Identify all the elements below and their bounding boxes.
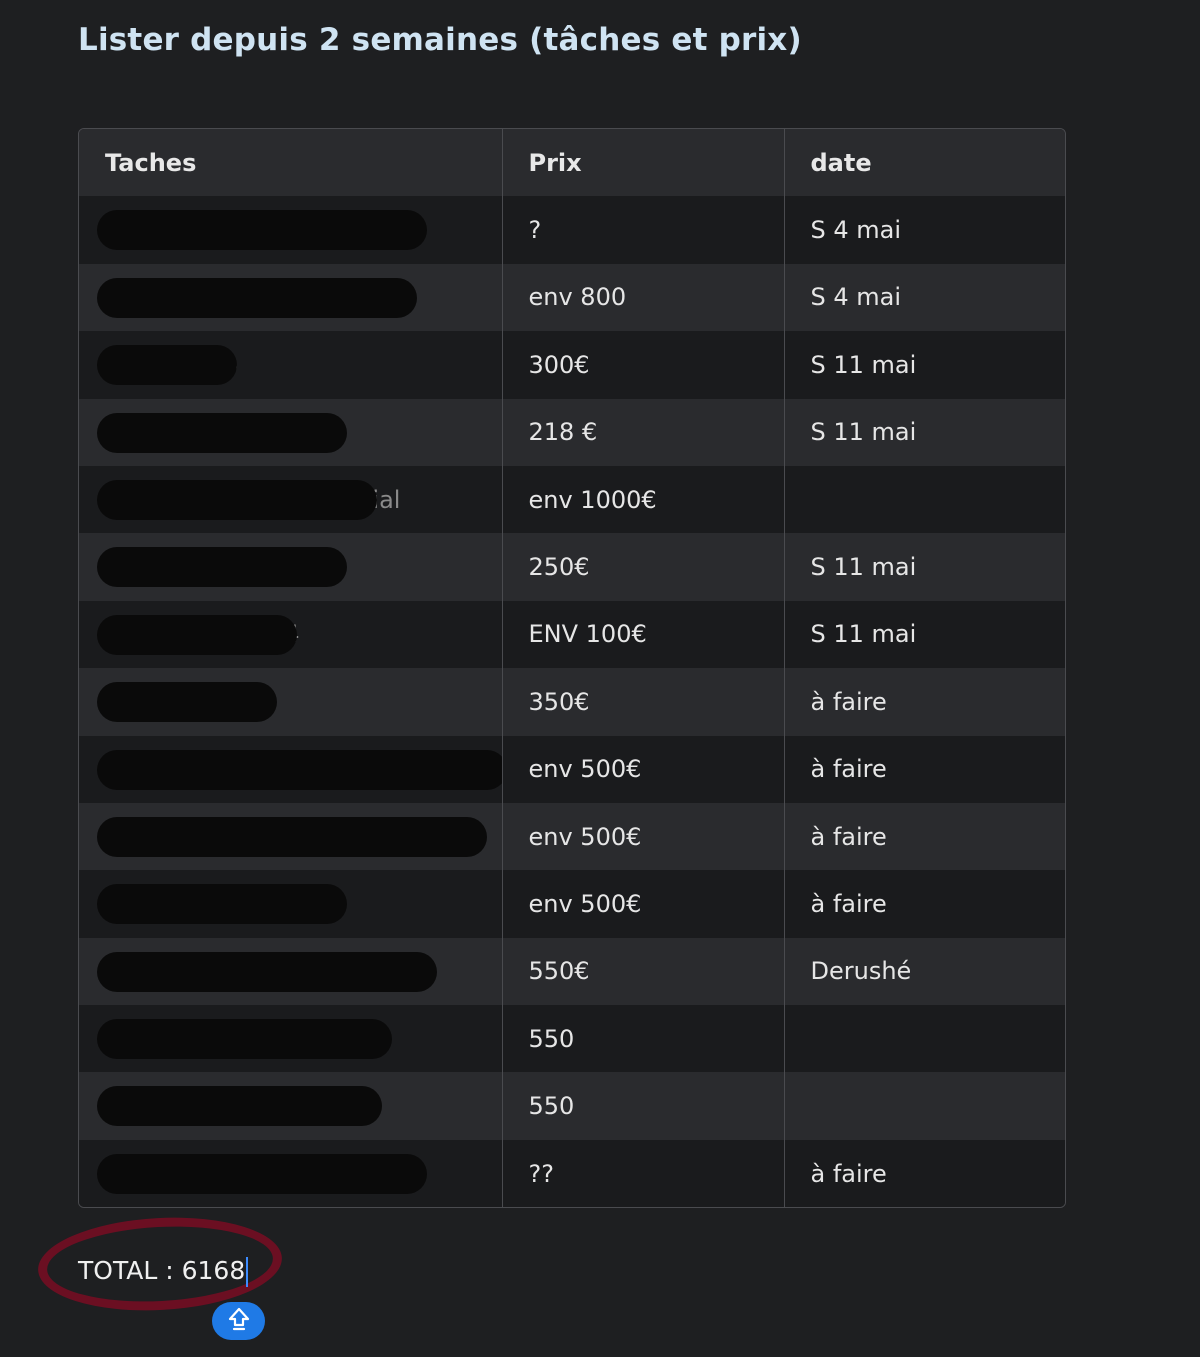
date-cell: S 11 mai xyxy=(784,533,1065,601)
date-cell xyxy=(784,1072,1065,1140)
tasks-table: Taches Prix date Montage ...?S 4 maiMont… xyxy=(78,128,1066,1209)
price-cell: 300€ xyxy=(502,331,785,399)
table-row: MONTAGE YTB 1 BAPT550€Derushé xyxy=(79,937,1065,1006)
table-row: MONTAGE YTB 3 BAPT550 xyxy=(79,1072,1065,1140)
price-cell: 550 xyxy=(502,1072,785,1140)
redaction-mark xyxy=(97,1019,392,1060)
task-cell: Montage 9 ADS ... xyxy=(79,263,503,332)
date-cell: S 11 mai xyxy=(784,398,1065,466)
date-cell: à faire xyxy=(784,870,1065,938)
header-taches: Taches xyxy=(79,129,503,197)
redaction-mark xyxy=(97,816,487,857)
task-cell: ... - BPT xyxy=(79,802,503,871)
price-cell: env 500€ xyxy=(502,735,785,803)
table-row: MONTAGE YTB ... T550 xyxy=(79,1005,1065,1073)
date-cell: S 4 mai xyxy=(784,263,1065,332)
redaction-mark xyxy=(97,749,501,790)
task-cell: MONTAGE YTB ... T xyxy=(79,1005,503,1073)
task-cell: 3 ADS ... jp xyxy=(79,331,503,399)
table-header-row: Taches Prix date xyxy=(79,129,1065,197)
table-row: MONTAGE 6 PROSPECTS??à faire xyxy=(79,1139,1065,1208)
price-cell: env 500€ xyxy=(502,870,785,938)
table-row: 7 ADS FREE TRIAL - JP APREMenv 500€à fai… xyxy=(79,735,1065,803)
table-row: 3 ADS ... jp300€S 11 mai xyxy=(79,331,1065,399)
task-cell: MONTAGE YTB 3 BAPT xyxy=(79,1072,503,1140)
redaction-mark xyxy=(97,547,347,588)
table-row: Derush 12 ADS Free trialenv 1000€ xyxy=(79,465,1065,534)
redaction-mark xyxy=(97,884,347,925)
table-row: ... - BPTenv 500€à faire xyxy=(79,802,1065,871)
task-cell: HAMZA LIVE 3-4 xyxy=(79,600,503,669)
redaction-mark xyxy=(97,277,417,318)
date-cell: S 4 mai xyxy=(784,196,1065,264)
table-row: 7 ADS VSL BAPTenv 500€à faire xyxy=(79,870,1065,938)
text-cursor xyxy=(246,1257,249,1287)
date-cell xyxy=(784,465,1065,534)
task-cell: 7 ADS VSL BAPT xyxy=(79,870,503,938)
date-cell: à faire xyxy=(784,802,1065,871)
price-cell: ENV 100€ xyxy=(502,600,785,669)
arrow-up-icon xyxy=(226,1306,252,1336)
date-cell xyxy=(784,1005,1065,1073)
price-cell: 550 xyxy=(502,1005,785,1073)
task-cell: MONTAGE 1 HAMZA xyxy=(79,398,503,466)
table-row: Montage ...?S 4 mai xyxy=(79,196,1065,264)
redaction-mark xyxy=(97,345,237,386)
table-row: LP - JP FELIX350€à faire xyxy=(79,668,1065,736)
price-cell: env 800 xyxy=(502,263,785,332)
redaction-mark xyxy=(97,479,377,520)
table-row: MONTAGE 1 HAMZA218 €S 11 mai xyxy=(79,398,1065,466)
task-cell: 5 ADS À LA VOLÉES xyxy=(79,533,503,601)
price-cell: env 1000€ xyxy=(502,465,785,534)
total-text[interactable]: TOTAL : 6168 xyxy=(78,1256,249,1287)
date-cell: S 11 mai xyxy=(784,331,1065,399)
price-cell: 550€ xyxy=(502,937,785,1006)
table-row: 5 ADS À LA VOLÉES250€S 11 mai xyxy=(79,533,1065,601)
header-date: date xyxy=(784,129,1065,197)
task-cell: LP - JP FELIX xyxy=(79,668,503,736)
redaction-mark xyxy=(97,682,277,723)
redaction-mark xyxy=(97,1153,427,1194)
date-cell: à faire xyxy=(784,1139,1065,1208)
price-cell: ?? xyxy=(502,1139,785,1208)
table-row: HAMZA LIVE 3-4ENV 100€S 11 mai xyxy=(79,600,1065,669)
redaction-mark xyxy=(97,210,427,251)
redaction-mark xyxy=(97,1086,382,1127)
price-cell: 250€ xyxy=(502,533,785,601)
date-cell: à faire xyxy=(784,668,1065,736)
price-cell: 350€ xyxy=(502,668,785,736)
task-cell: 7 ADS FREE TRIAL - JP APREM xyxy=(79,735,503,803)
page: Lister depuis 2 semaines (tâches et prix… xyxy=(0,0,1200,1357)
page-title: Lister depuis 2 semaines (tâches et prix… xyxy=(78,22,802,58)
date-cell: à faire xyxy=(784,735,1065,803)
price-cell: 218 € xyxy=(502,398,785,466)
redaction-mark xyxy=(97,614,297,655)
task-cell: MONTAGE 6 PROSPECTS xyxy=(79,1139,503,1208)
date-cell: Derushé xyxy=(784,937,1065,1006)
redaction-mark xyxy=(97,951,437,992)
table-row: Montage 9 ADS ...env 800S 4 mai xyxy=(79,263,1065,332)
scroll-up-button[interactable] xyxy=(212,1302,265,1340)
header-prix: Prix xyxy=(502,129,785,197)
total-value: TOTAL : 6168 xyxy=(78,1256,246,1285)
task-cell: MONTAGE YTB 1 BAPT xyxy=(79,937,503,1006)
redaction-mark xyxy=(97,412,347,453)
price-cell: ? xyxy=(502,196,785,264)
date-cell: S 11 mai xyxy=(784,600,1065,669)
price-cell: env 500€ xyxy=(502,802,785,871)
task-cell: Montage ... xyxy=(79,196,503,264)
task-cell: Derush 12 ADS Free trial xyxy=(79,465,503,534)
